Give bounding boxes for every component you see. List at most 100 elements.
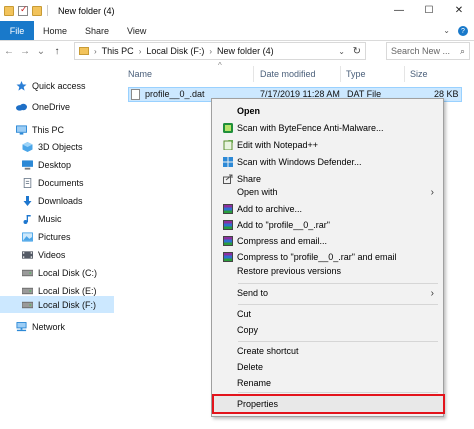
nav-label: Desktop [38,160,72,170]
menu-separator [238,283,438,284]
navigation-pane: Quick access OneDrive This PC 3D Objects… [0,66,114,429]
menu-item-cut[interactable]: Cut [214,306,443,322]
refresh-icon[interactable]: ↻ [353,46,361,57]
menu-item-label: Open [237,106,261,116]
share-icon [223,174,233,184]
maximize-button[interactable]: ☐ [414,0,444,21]
winrar-icon [223,252,233,262]
column-header-size[interactable]: Size [410,66,428,82]
forward-button[interactable]: → [18,46,32,57]
close-button[interactable]: ✕ [444,0,474,21]
nav-item-local-disk-f[interactable]: Local Disk (F:) [0,296,114,313]
search-placeholder: Search New ... [391,46,451,56]
column-header-type[interactable]: Type [346,66,366,82]
folder-icon [79,47,89,55]
menu-item-compress-and-email[interactable]: Compress and email... [214,233,443,249]
nav-item-videos[interactable]: Videos [0,247,114,263]
network-icon [16,322,27,332]
nav-label: Local Disk (C:) [38,268,98,278]
breadcrumb-local-disk-f[interactable]: Local Disk (F:) [146,46,204,56]
menu-item-open[interactable]: Open [214,103,443,119]
chevron-right-icon: › [430,186,434,198]
nav-item-onedrive[interactable]: OneDrive [0,99,114,115]
notepadpp-icon [223,140,233,150]
menu-item-scan-defender[interactable]: Scan with Windows Defender... [214,154,443,170]
address-bar-row: ← → ⌄ ↑ › This PC › Local Disk (F:) › Ne… [0,41,474,61]
recent-locations-button[interactable]: ⌄ [34,46,48,57]
nav-item-quick-access[interactable]: Quick access [0,78,114,94]
breadcrumb-new-folder[interactable]: New folder (4) [217,46,274,56]
menu-item-properties[interactable]: Properties [212,394,445,414]
nav-label: OneDrive [32,102,71,112]
menu-item-open-with[interactable]: Open with › [214,184,443,200]
nav-label: Videos [38,250,66,260]
column-header-date-modified[interactable]: Date modified [260,66,316,82]
menu-item-restore-previous-versions[interactable]: Restore previous versions [214,263,443,279]
menu-item-send-to[interactable]: Send to › [214,285,443,301]
nav-item-music[interactable]: Music [0,211,114,227]
videos-icon [22,251,33,259]
menu-item-label: Scan with Windows Defender... [237,157,362,167]
menu-item-copy[interactable]: Copy [214,322,443,338]
breadcrumb-this-pc[interactable]: This PC [102,46,134,56]
menu-item-label: Restore previous versions [237,266,342,276]
computer-icon [16,125,27,135]
menu-item-label: Copy [237,325,259,335]
menu-item-add-to-rar[interactable]: Add to "profile__0_.rar" [214,217,443,233]
column-divider[interactable] [253,66,254,82]
nav-item-this-pc[interactable]: This PC [0,122,114,138]
menu-item-add-to-archive[interactable]: Add to archive... [214,201,443,217]
nav-label: Network [32,322,66,332]
back-button[interactable]: ← [2,46,16,57]
file-icon [131,89,140,100]
nav-label: 3D Objects [38,142,83,152]
nav-item-local-disk-c[interactable]: Local Disk (C:) [0,265,114,281]
drive-icon [22,269,33,277]
nav-item-downloads[interactable]: Downloads [0,193,114,209]
tab-view[interactable]: View [118,21,155,40]
defender-icon [223,157,233,167]
minimize-button[interactable]: — [384,0,414,21]
desktop-icon [22,160,33,170]
column-divider[interactable] [340,66,341,82]
menu-separator [238,392,438,393]
properties-quick-icon[interactable] [18,4,28,16]
nav-label: Documents [38,178,84,188]
chevron-down-icon[interactable]: ⌄ [443,26,450,36]
nav-item-desktop[interactable]: Desktop [0,157,114,173]
menu-item-scan-bytefence[interactable]: Scan with ByteFence Anti-Malware... [214,120,443,136]
menu-item-create-shortcut[interactable]: Create shortcut [214,343,443,359]
nav-item-network[interactable]: Network [0,319,114,335]
drive-icon [22,301,33,308]
menu-separator [238,341,438,342]
documents-icon [23,178,32,188]
nav-label: Downloads [38,196,83,206]
new-folder-quick-icon[interactable] [32,5,42,16]
breadcrumb-separator: › [94,46,97,56]
nav-label: Quick access [32,81,86,91]
menu-item-edit-notepadpp[interactable]: Edit with Notepad++ [214,137,443,153]
menu-item-label: Compress and email... [237,236,328,246]
nav-item-3d-objects[interactable]: 3D Objects [0,139,114,155]
menu-item-rename[interactable]: Rename [214,375,443,391]
menu-item-label: Create shortcut [237,346,299,356]
menu-item-label: Cut [237,309,252,319]
help-icon[interactable]: ? [458,26,468,36]
menu-item-label: Open with [237,187,278,197]
up-button[interactable]: ↑ [50,46,64,57]
menu-item-label: Compress to "profile__0_.rar" and email [237,252,397,262]
tab-share[interactable]: Share [76,21,118,40]
menu-item-delete[interactable]: Delete [214,359,443,375]
menu-item-label: Edit with Notepad++ [237,140,319,150]
search-input[interactable]: Search New ... ⌕ [386,42,470,60]
nav-item-documents[interactable]: Documents [0,175,114,191]
tab-file[interactable]: File [0,21,34,40]
file-name: profile__0_.dat [145,89,205,99]
column-divider[interactable] [404,66,405,82]
chevron-down-icon[interactable]: ⌄ [338,47,345,56]
winrar-icon [223,204,233,214]
context-menu: Open Scan with ByteFence Anti-Malware...… [211,98,445,417]
nav-item-pictures[interactable]: Pictures [0,229,114,245]
tab-home[interactable]: Home [34,21,76,40]
column-header-name[interactable]: Name [128,66,152,82]
